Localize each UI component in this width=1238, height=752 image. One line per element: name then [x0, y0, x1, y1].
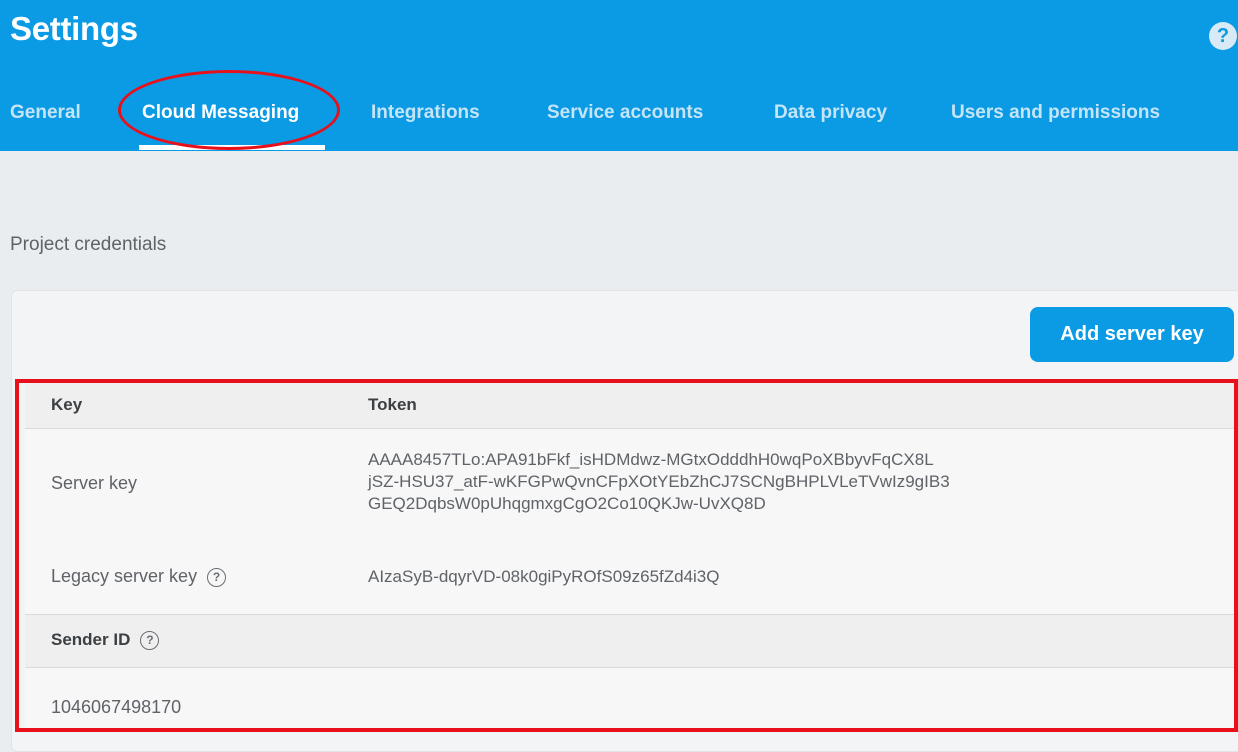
help-icon[interactable]: ? — [1209, 22, 1237, 50]
page-title: Settings — [10, 10, 138, 47]
tab-general[interactable]: General — [10, 102, 81, 124]
credentials-table — [25, 381, 1238, 731]
add-server-key-button[interactable]: Add server key — [1030, 307, 1234, 362]
token-line: GEQ2DqbsW0pUhqgmxgCgO2Co10QKJw-UvXQ8D — [368, 494, 766, 513]
question-icon[interactable]: ? — [140, 631, 160, 651]
section-label: Project credentials — [10, 234, 167, 255]
tab-data-privacy[interactable]: Data privacy — [774, 102, 887, 124]
tab-integrations[interactable]: Integrations — [371, 102, 480, 124]
token-line: AAAA8457TLo:APA91bFkf_isHDMdwz-MGtxOdddh… — [368, 450, 934, 469]
legacy-server-key-label: Legacy server key — [51, 566, 198, 586]
column-header-token: Token — [368, 395, 417, 414]
table-header-row — [25, 381, 1238, 428]
sender-id-label: Sender ID — [51, 630, 131, 649]
tab-service-accounts[interactable]: Service accounts — [547, 102, 703, 124]
divider — [25, 667, 1238, 668]
legacy-server-key-row: Legacy server key? — [51, 566, 227, 587]
question-icon[interactable]: ? — [207, 567, 227, 587]
token-line: jSZ-HSU37_atF-wKFGPwQvnCFpXOtYEbZhCJ7SCN… — [368, 472, 950, 491]
active-tab-indicator — [139, 145, 325, 150]
legacy-server-key-token[interactable]: AIzaSyB-dqyrVD-08k0giPyROfS09z65fZd4i3Q — [368, 566, 720, 588]
tab-users-and-permissions[interactable]: Users and permissions — [951, 102, 1160, 124]
settings-header: Settings ? General Cloud Messaging Integ… — [0, 0, 1238, 151]
column-header-key: Key — [51, 395, 83, 414]
sender-id-value[interactable]: 1046067498170 — [51, 697, 181, 718]
sender-id-header: Sender ID? — [51, 630, 160, 651]
sender-id-header-row — [25, 615, 1238, 667]
tab-cloud-messaging[interactable]: Cloud Messaging — [142, 102, 299, 124]
server-key-token[interactable]: AAAA8457TLo:APA91bFkf_isHDMdwz-MGtxOdddh… — [368, 449, 950, 515]
server-key-label: Server key — [51, 473, 138, 493]
divider — [25, 428, 1238, 429]
